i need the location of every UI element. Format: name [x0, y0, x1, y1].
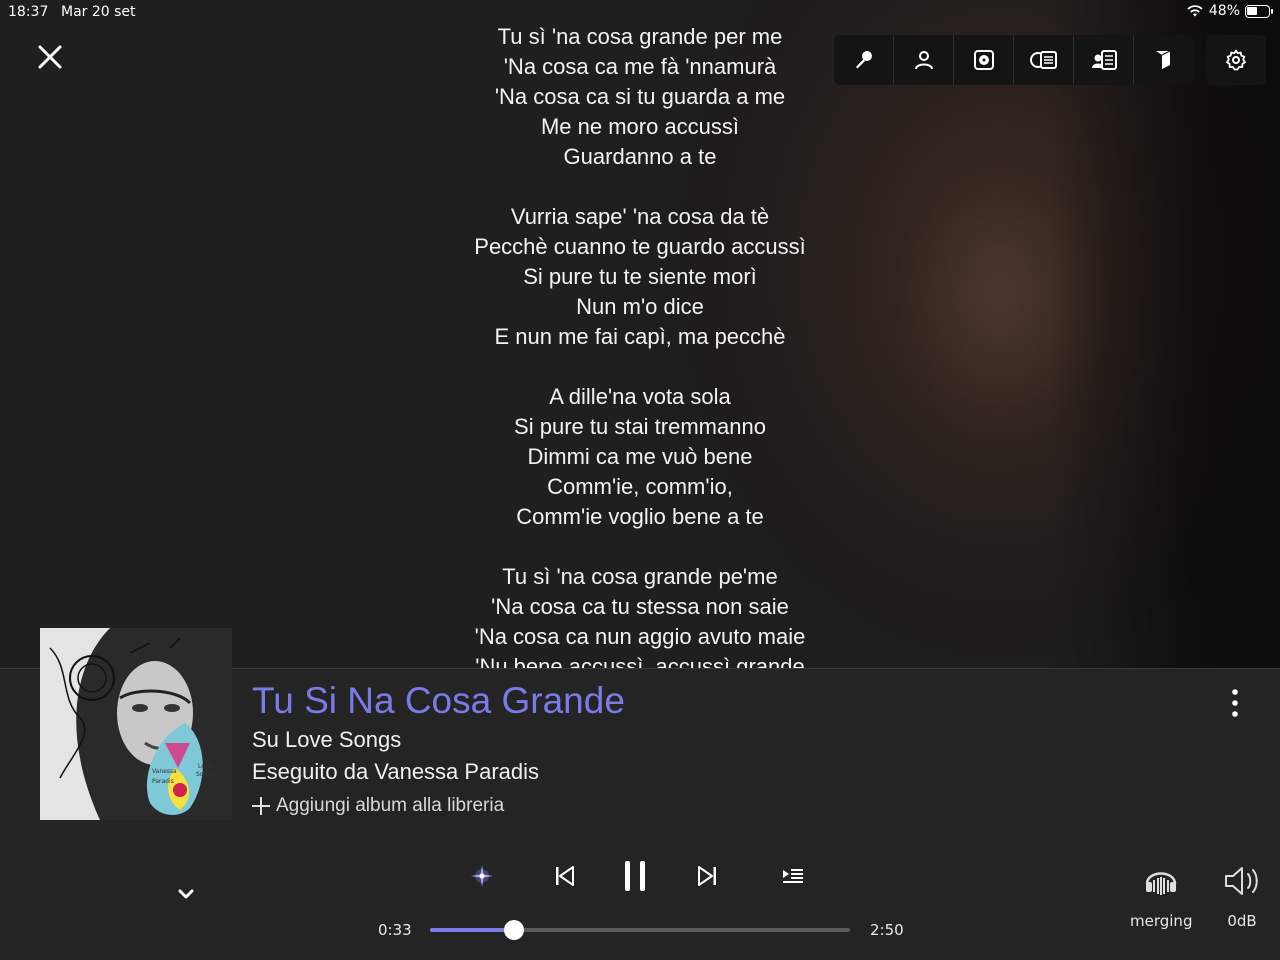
- progress-slider[interactable]: [430, 920, 850, 940]
- settings-button[interactable]: [1206, 35, 1266, 85]
- lyrics-line: Tu sì 'na cosa grande pe'me: [502, 564, 778, 589]
- more-options-button[interactable]: [1222, 685, 1248, 721]
- progress-fill: [430, 928, 514, 932]
- wifi-icon: [1187, 5, 1203, 17]
- sparkle-icon: [471, 865, 493, 887]
- add-album-label: Aggiungi album alla libreria: [276, 795, 505, 816]
- speaker-device-icon: [1145, 872, 1177, 895]
- credits-icon: [1029, 51, 1057, 69]
- lyrics-button[interactable]: [834, 35, 894, 85]
- album-cover-text-1: Vanessa: [152, 768, 177, 775]
- radio-button[interactable]: [461, 855, 503, 897]
- lyrics-line: Comm'ie voglio bene a te: [516, 504, 764, 529]
- lyrics-line: Comm'ie, comm'io,: [547, 474, 733, 499]
- booklet-icon: [1156, 50, 1171, 69]
- previous-button[interactable]: [544, 855, 586, 897]
- skip-previous-icon: [556, 866, 574, 886]
- album-link[interactable]: Su Love Songs: [252, 727, 401, 753]
- artist-link[interactable]: Eseguito da Vanessa Paradis: [252, 759, 539, 785]
- queue-button[interactable]: [772, 855, 814, 897]
- lyrics-line: Pecchè cuanno te guardo accussì: [474, 234, 806, 259]
- status-date: Mar 20 set: [61, 4, 136, 20]
- progress-knob[interactable]: [504, 920, 524, 940]
- album-cover-text-4: Songs: [196, 771, 214, 778]
- output-device-button[interactable]: merging: [1130, 860, 1192, 932]
- close-icon: [38, 45, 62, 69]
- lyrics-background: Tu sì 'na cosa grande per me 'Na cosa ca …: [0, 0, 1280, 668]
- lyrics-line: 'Na cosa ca si tu guarda a me: [494, 84, 786, 109]
- plus-icon: [252, 797, 270, 815]
- artist-button[interactable]: [894, 35, 954, 85]
- lyrics-stanza: A dille'na vota sola Si pure tu stai trem…: [340, 382, 940, 532]
- album-art[interactable]: Vanessa Paradis Love Songs: [40, 628, 232, 820]
- gear-icon: [1226, 49, 1246, 71]
- lyrics-line: Nun m'o dice: [576, 294, 704, 319]
- playback-controls: [0, 855, 1280, 897]
- album-cover-text-2: Paradis: [152, 778, 174, 785]
- lyrics-line: Dimmi ca me vuò bene: [527, 444, 753, 469]
- more-vertical-icon: [1232, 689, 1238, 717]
- booklet-button[interactable]: [1134, 35, 1194, 85]
- lyrics-line: 'Na cosa ca tu stessa non saie: [491, 594, 789, 619]
- lyrics-line: A dille'na vota sola: [549, 384, 731, 409]
- album-button[interactable]: [954, 35, 1014, 85]
- review-button[interactable]: [1074, 35, 1134, 85]
- album-cover-text-3: Love: [198, 763, 212, 770]
- output-device-label: merging: [1130, 912, 1193, 930]
- lyrics-line: E nun me fai capì, ma pecchè: [494, 324, 786, 349]
- lyrics-line: Si pure tu te siente morì: [523, 264, 757, 289]
- add-album-button[interactable]: Aggiungi album alla libreria: [250, 795, 504, 817]
- album-cover-image: Vanessa Paradis Love Songs: [40, 628, 232, 820]
- battery-percent: 48%: [1208, 3, 1240, 19]
- volume-icon: [1225, 867, 1258, 895]
- skip-next-icon: [698, 866, 716, 886]
- lyrics-text: Tu sì 'na cosa grande per me 'Na cosa ca …: [340, 22, 940, 668]
- battery-icon: [1245, 4, 1273, 18]
- view-toolbar: [834, 35, 1266, 85]
- status-bar: 18:37 Mar 20 set 48%: [0, 0, 1280, 25]
- close-button[interactable]: [33, 40, 67, 74]
- lyrics-line: 'Nu bene accussì, accussì grande: [475, 654, 805, 668]
- track-title[interactable]: Tu Si Na Cosa Grande: [252, 680, 625, 722]
- volume-button[interactable]: 0dB: [1216, 860, 1268, 932]
- pause-icon: [625, 861, 645, 891]
- disc-icon: [973, 50, 994, 70]
- lyrics-line: 'Na cosa ca nun aggio avuto maie: [474, 624, 806, 649]
- next-button[interactable]: [686, 855, 728, 897]
- volume-label: 0dB: [1227, 912, 1257, 930]
- lyrics-line: Guardanno a te: [563, 144, 717, 169]
- artist-icon: [914, 51, 933, 70]
- total-time: 2:50: [870, 921, 904, 939]
- lyrics-stanza: Vurria sape' 'na cosa da tè Pecchè cuanno…: [340, 202, 940, 352]
- lyrics-line: Vurria sape' 'na cosa da tè: [510, 204, 770, 229]
- status-time: 18:37: [8, 4, 49, 20]
- current-time: 0:33: [378, 921, 412, 939]
- lyrics-stanza: Tu sì 'na cosa grande pe'me 'Na cosa ca t…: [340, 562, 940, 668]
- lyrics-line: Me ne moro accussì: [540, 114, 740, 139]
- credits-button[interactable]: [1014, 35, 1074, 85]
- pause-button[interactable]: [614, 855, 656, 897]
- lyrics-mic-icon: [855, 51, 872, 69]
- review-icon: [1091, 50, 1117, 70]
- queue-icon: [783, 869, 803, 883]
- lyrics-line: Si pure tu stai tremmanno: [514, 414, 766, 439]
